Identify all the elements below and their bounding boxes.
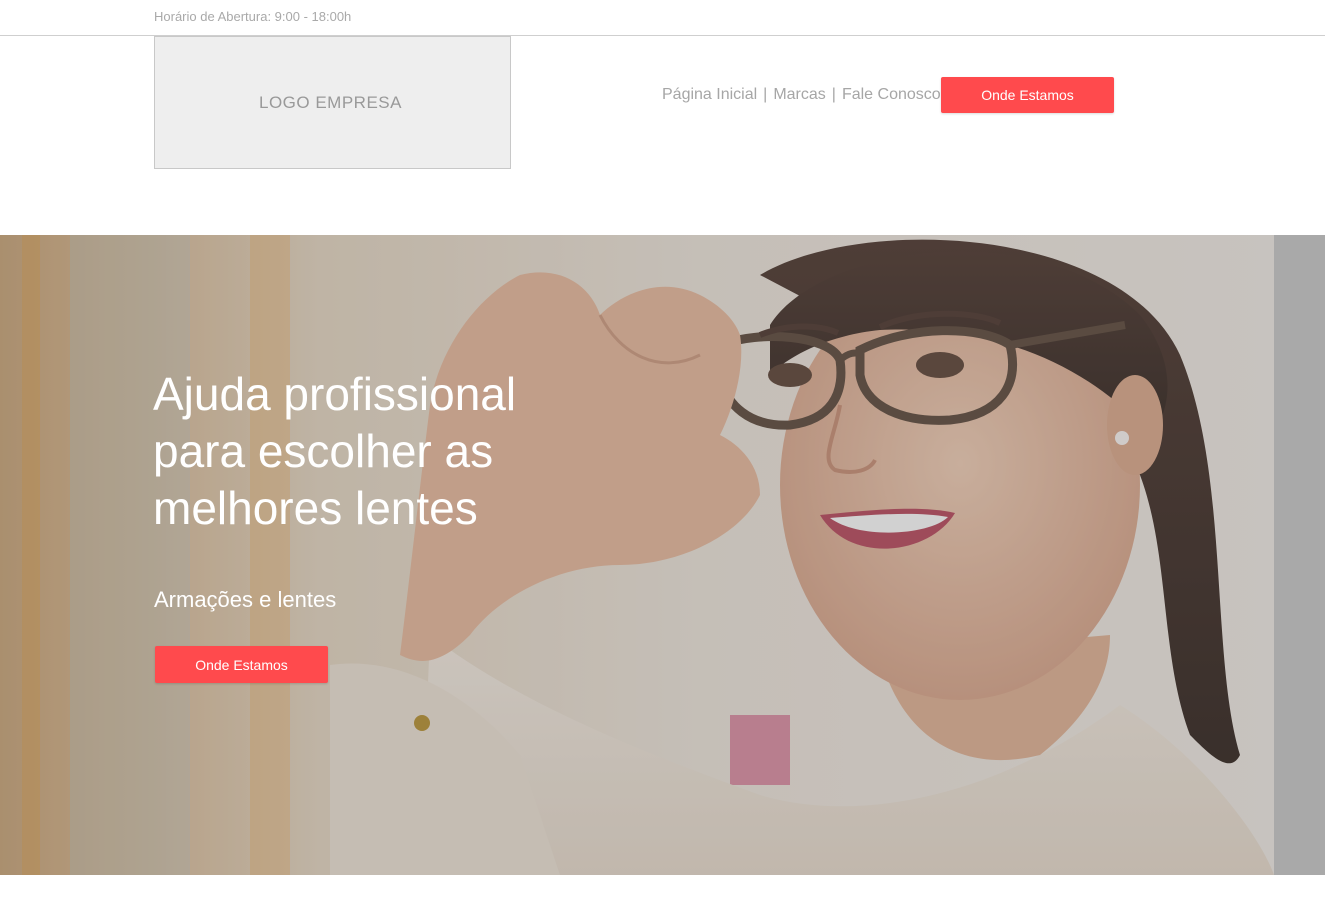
hero-section: Ajuda profissional para escolher as melh… [0, 235, 1325, 875]
main-nav: Página Inicial | Marcas | Fale Conosco [662, 85, 941, 105]
hero-side-strip [1274, 235, 1325, 875]
nav-separator: | [831, 86, 836, 103]
hero-overlay [0, 235, 1274, 875]
opening-hours: Horário de Abertura: 9:00 - 18:00h [154, 9, 352, 24]
nav-link-brands[interactable]: Marcas [773, 86, 825, 104]
nav-link-contact[interactable]: Fale Conosco [842, 86, 941, 104]
company-logo[interactable]: LOGO EMPRESA [154, 36, 511, 169]
nav-link-home[interactable]: Página Inicial [662, 86, 757, 104]
hero-subtitle: Armações e lentes [154, 587, 337, 612]
hero-location-button[interactable]: Onde Estamos [155, 646, 328, 683]
logo-text: LOGO EMPRESA [259, 92, 402, 112]
nav-separator: | [763, 86, 768, 103]
hero-title: Ajuda profissional para escolher as melh… [153, 368, 517, 534]
header-location-button[interactable]: Onde Estamos [941, 77, 1114, 113]
top-info-bar: Horário de Abertura: 9:00 - 18:00h [0, 0, 1325, 36]
